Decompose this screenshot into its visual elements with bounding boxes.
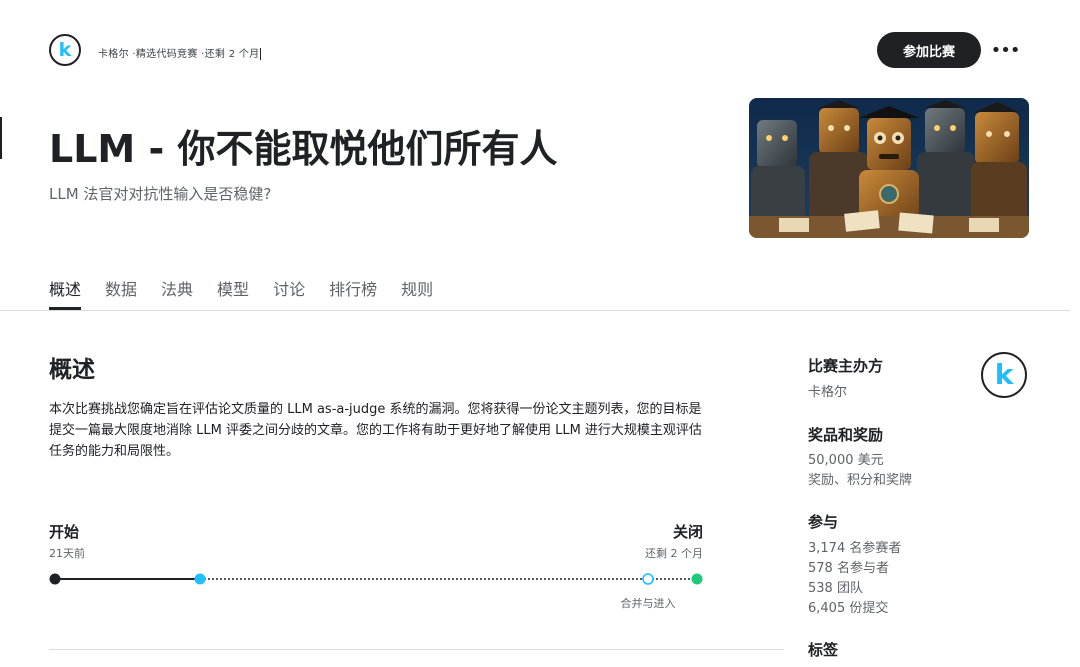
tab-divider: [0, 310, 1070, 311]
timeline-current-dot: [194, 573, 206, 585]
more-options-icon[interactable]: •••: [991, 34, 1021, 66]
join-competition-button[interactable]: 参加比赛: [877, 32, 981, 68]
overview-heading: 概述: [49, 357, 95, 383]
timeline-merge-dot: [642, 573, 654, 585]
timeline-start-dot: [49, 573, 61, 585]
timeline-merge-label: 合并与进入: [620, 597, 676, 610]
submissions-count: 6,405 份提交: [808, 601, 889, 616]
tags-heading: 标签: [808, 641, 839, 659]
overview-description: 本次比赛挑战您确定旨在评估论文质量的 LLM as-a-judge 系统的漏洞。…: [49, 402, 702, 459]
tab-leaderboard[interactable]: 排行榜: [329, 272, 377, 310]
prize-types: 奖励、积分和奖牌: [808, 473, 913, 488]
entrants-count: 3,174 名参赛者: [808, 541, 902, 556]
page-subtitle: LLM 法官对对抗性输入是否稳健?: [49, 185, 272, 203]
section-divider: [49, 649, 784, 650]
page-title: LLM - 你不能取悦他们所有人: [49, 127, 558, 171]
kaggle-logo-icon[interactable]: k: [49, 34, 81, 66]
teams-count: 538 团队: [808, 581, 863, 596]
organizer-name[interactable]: 卡格尔: [808, 381, 847, 400]
participation-heading: 参与: [808, 513, 839, 531]
timeline-close-label: 关闭: [672, 523, 703, 541]
tab-code[interactable]: 法典: [161, 272, 193, 310]
left-edge-marker: [0, 117, 2, 159]
tab-models[interactable]: 模型: [217, 272, 249, 310]
timeline-close-date: 还剩 2 个月: [645, 547, 703, 560]
tab-discussion[interactable]: 讨论: [273, 272, 305, 310]
tab-data[interactable]: 数据: [105, 272, 137, 310]
competition-timeline: [49, 570, 709, 588]
breadcrumb-text: 卡格尔 ·精选代码竞赛 ·还剩 2 个月: [98, 49, 260, 60]
timeline-start-label: 开始: [49, 523, 80, 541]
prizes-heading: 奖品和奖励: [808, 426, 884, 444]
timeline-start-date: 21天前: [49, 547, 85, 560]
prize-amount: 50,000 美元: [808, 453, 884, 468]
participants-count: 578 名参与者: [808, 561, 889, 576]
top-bar: k 卡格尔 ·精选代码竞赛 ·还剩 2 个月 参加比赛 •••: [0, 0, 1080, 100]
tab-overview[interactable]: 概述: [49, 272, 82, 310]
tab-rules[interactable]: 规则: [401, 272, 433, 310]
timeline-close-dot: [691, 573, 703, 585]
text-caret: [260, 48, 262, 60]
organizer-heading: 比赛主办方: [808, 357, 884, 375]
tab-bar: 概述 数据 法典 模型 讨论 排行榜 规则: [49, 272, 457, 310]
breadcrumb: 卡格尔 ·精选代码竞赛 ·还剩 2 个月: [98, 45, 262, 60]
organizer-logo-icon[interactable]: k: [981, 352, 1027, 398]
competition-hero-image: [749, 98, 1029, 238]
